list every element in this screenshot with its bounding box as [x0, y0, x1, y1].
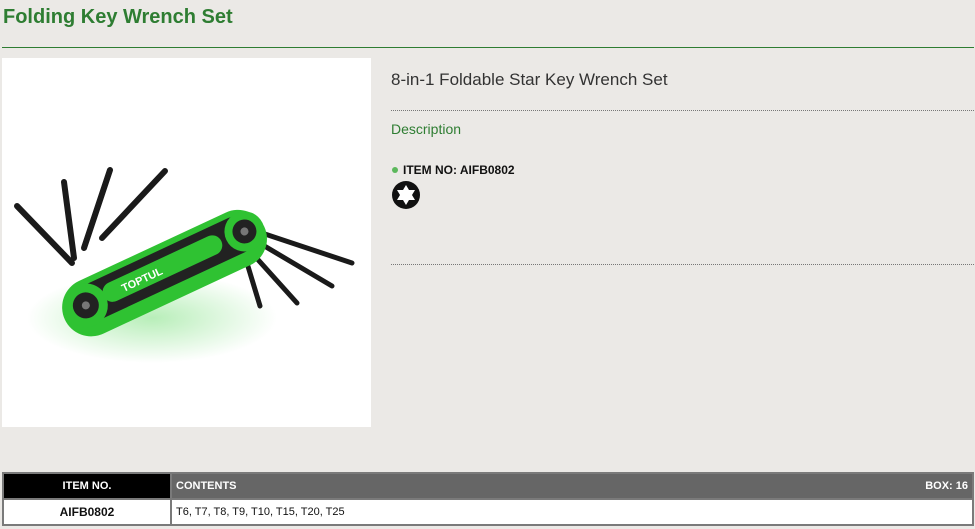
cell-item-no: AIFB0802: [2, 498, 172, 526]
item-no-text: ITEM NO: AIFB0802: [403, 163, 515, 177]
table-header-row: ITEM NO. CONTENTS BOX: 16: [2, 472, 974, 500]
item-no-line: ITEM NO: AIFB0802: [392, 163, 515, 177]
header-contents: CONTENTS BOX: 16: [170, 472, 974, 500]
header-box-label: BOX: 16: [925, 480, 968, 492]
page-title: Folding Key Wrench Set: [3, 6, 233, 28]
product-image[interactable]: TOPTUL: [2, 58, 371, 427]
divider-top: [391, 110, 974, 111]
table-row: AIFB0802 T6, T7, T8, T9, T10, T15, T20, …: [2, 498, 974, 526]
product-name: 8-in-1 Foldable Star Key Wrench Set: [391, 70, 668, 89]
folding-key-wrench-illustration: TOPTUL: [14, 167, 355, 363]
description-label[interactable]: Description: [391, 121, 461, 137]
left-keys: [14, 167, 168, 266]
bullet-icon: [392, 167, 398, 173]
title-divider: [2, 47, 974, 48]
torx-star-icon: [392, 181, 420, 209]
item-table: ITEM NO. CONTENTS BOX: 16 AIFB0802 T6, T…: [2, 472, 974, 526]
header-item-no: ITEM NO.: [2, 472, 172, 500]
cell-contents: T6, T7, T8, T9, T10, T15, T20, T25: [170, 498, 974, 526]
header-contents-label: CONTENTS: [176, 480, 237, 492]
divider-bottom: [391, 264, 974, 265]
